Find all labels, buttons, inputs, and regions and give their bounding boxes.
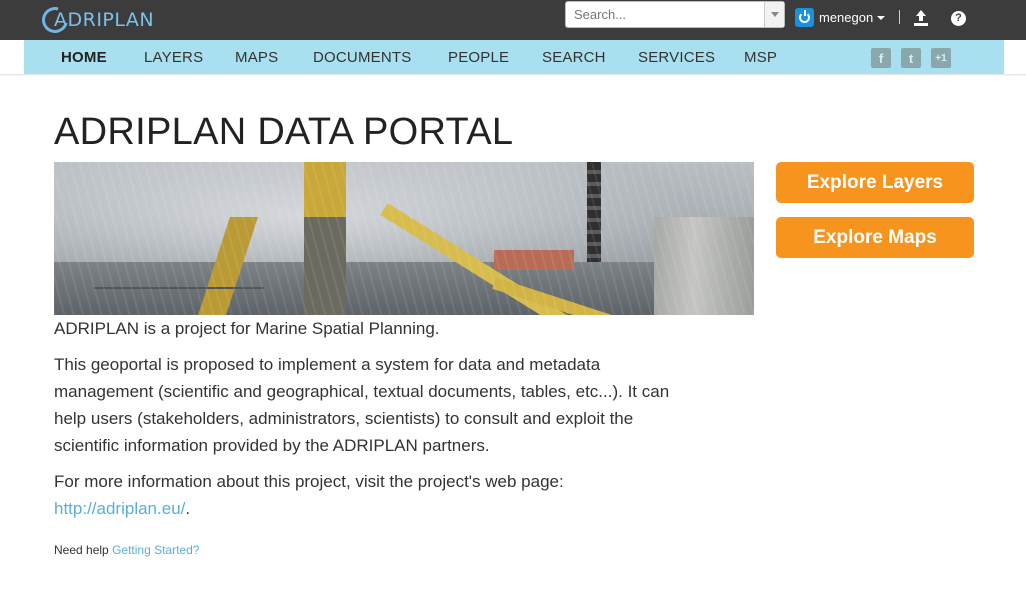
google-plus-icon[interactable]: +1 <box>931 48 951 68</box>
project-link[interactable]: http://adriplan.eu/ <box>54 499 185 518</box>
nav-item-msp[interactable]: MSP <box>744 49 777 66</box>
period: . <box>185 499 191 518</box>
search-input[interactable] <box>566 2 762 27</box>
nav-item-people[interactable]: PEOPLE <box>448 49 509 66</box>
explore-maps-button[interactable]: Explore Maps <box>776 217 974 258</box>
nav-item-documents[interactable]: DOCUMENTS <box>313 49 411 66</box>
upload-icon[interactable] <box>913 9 929 27</box>
twitter-icon[interactable]: t <box>901 48 921 68</box>
nav-item-search[interactable]: SEARCH <box>542 49 606 66</box>
facebook-icon[interactable]: f <box>871 48 891 68</box>
nav-item-services[interactable]: SERVICES <box>638 49 715 66</box>
nav-shadow <box>0 74 1026 76</box>
help-text: Need help <box>54 543 109 557</box>
main-nav: HOME LAYERS MAPS DOCUMENTS PEOPLE SEARCH… <box>24 40 1004 74</box>
hero-image <box>54 162 754 315</box>
page-title: ADRIPLAN DATA PORTAL <box>54 111 514 153</box>
intro-text: ADRIPLAN is a project for Marine Spatial… <box>54 319 440 338</box>
username: menegon <box>819 10 874 25</box>
chevron-down-icon <box>770 12 779 17</box>
logo-ring-icon <box>37 2 73 38</box>
more-info-paragraph: For more information about this project,… <box>54 468 674 522</box>
logo-text: ADRIPLAN <box>54 9 155 31</box>
nav-item-maps[interactable]: MAPS <box>235 49 278 66</box>
caret-down-icon <box>877 15 886 20</box>
search-box <box>565 1 785 28</box>
power-icon <box>795 8 814 27</box>
description-text: This geoportal is proposed to implement … <box>54 355 670 455</box>
topbar-divider <box>899 10 900 24</box>
top-bar: ADRIPLAN menegon ? <box>0 0 1026 40</box>
help-line: Need help Getting Started? <box>54 543 199 557</box>
search-dropdown-button[interactable] <box>764 2 784 27</box>
help-icon[interactable]: ? <box>951 11 966 26</box>
user-menu[interactable]: menegon <box>795 8 886 27</box>
adriplan-logo[interactable]: ADRIPLAN <box>37 2 155 38</box>
explore-layers-button[interactable]: Explore Layers <box>776 162 974 203</box>
getting-started-link[interactable]: Getting Started? <box>112 543 199 557</box>
nav-item-home[interactable]: HOME <box>61 49 107 66</box>
nav-item-layers[interactable]: LAYERS <box>144 49 203 66</box>
more-info-text: For more information about this project,… <box>54 472 564 491</box>
